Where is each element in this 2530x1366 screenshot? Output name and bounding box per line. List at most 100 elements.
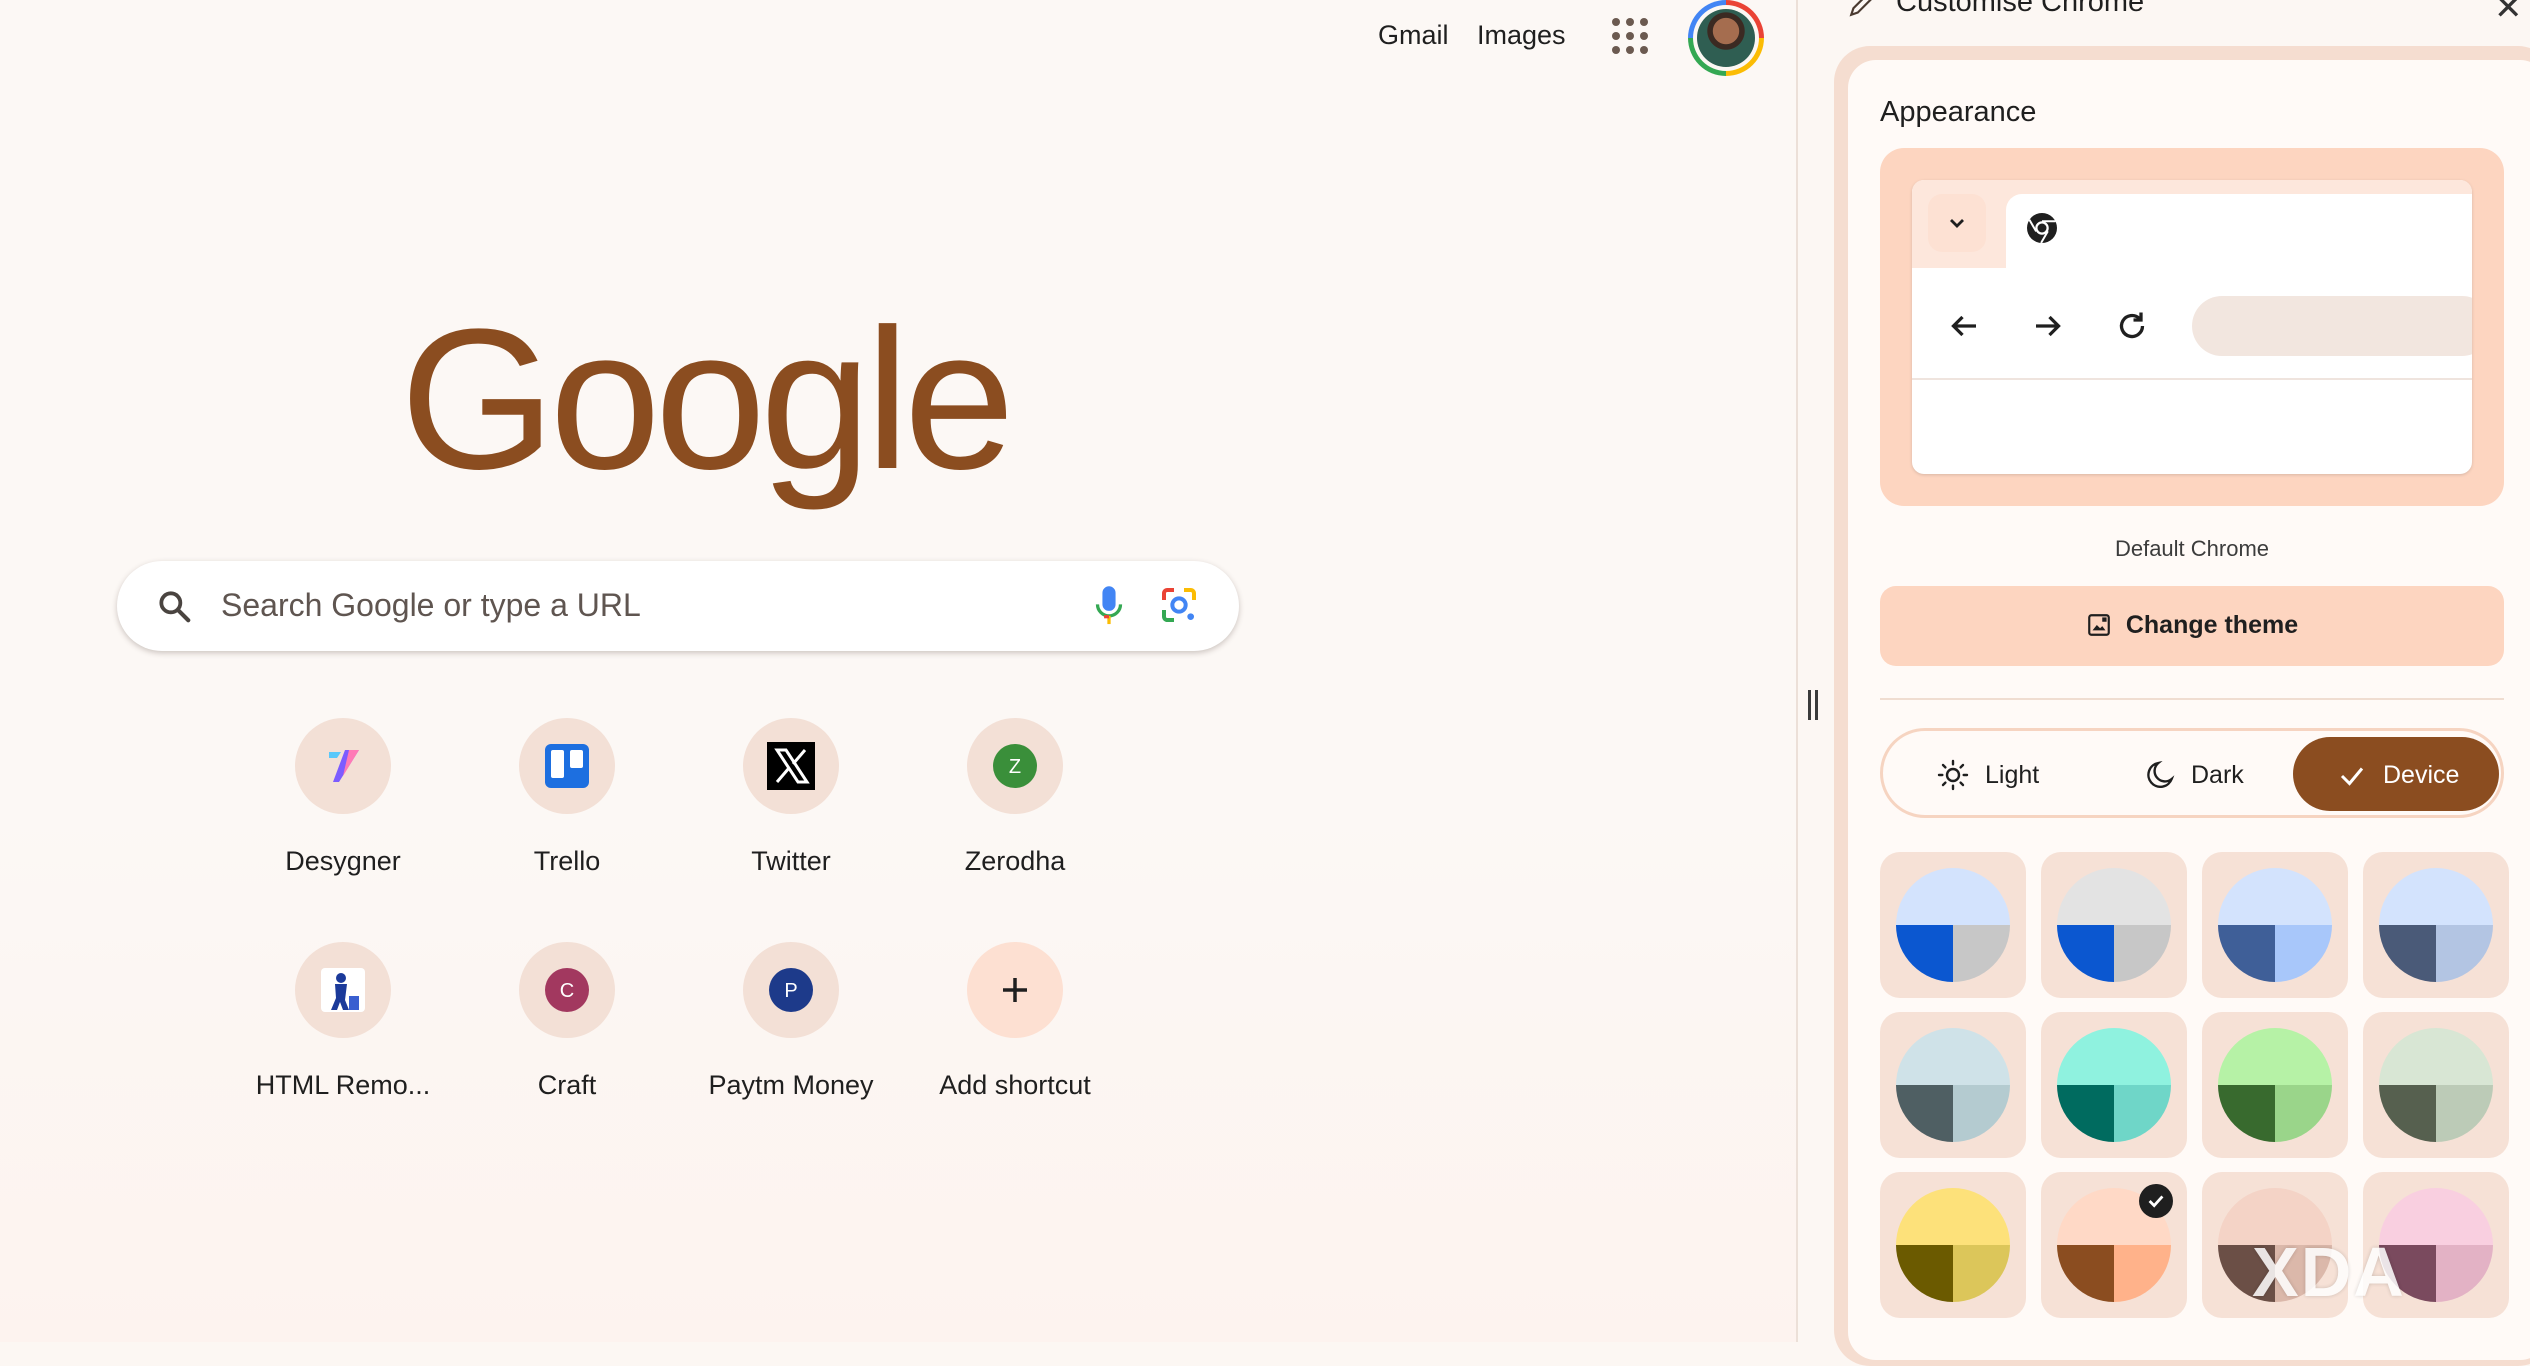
- swatch-segment: [1896, 1085, 1953, 1142]
- shortcut-label: Craft: [537, 1070, 597, 1100]
- color-swatch[interactable]: [2363, 852, 2509, 998]
- desygner-icon: [329, 750, 359, 782]
- voice-search-icon[interactable]: [1089, 583, 1129, 629]
- swatch-segment: [1953, 1085, 2010, 1142]
- swatch-segment: [2436, 1085, 2493, 1142]
- shortcut-desygner[interactable]: Desygner: [233, 718, 453, 898]
- change-theme-button[interactable]: Change theme: [1880, 586, 2504, 666]
- theme-preview-window: [1912, 180, 2472, 474]
- google-apps-icon[interactable]: [1612, 18, 1652, 58]
- swatch-circle: [1896, 1188, 2010, 1302]
- swatch-segment: [2218, 868, 2332, 925]
- shortcut-html-remover[interactable]: HTML Remo...: [233, 942, 453, 1122]
- selected-check-icon: [2139, 1184, 2173, 1218]
- profile-avatar[interactable]: [1688, 0, 1764, 76]
- swatch-segment: [2275, 1085, 2332, 1142]
- check-icon: [2340, 767, 2364, 786]
- shortcut-tile: [519, 718, 615, 814]
- preview-tab-search: [1928, 194, 1986, 252]
- swatch-segment: [1896, 1188, 2010, 1245]
- mode-device-button[interactable]: Device: [2293, 737, 2499, 811]
- craft-icon: C: [545, 968, 589, 1012]
- swatch-segment: [2057, 925, 2114, 982]
- swatch-circle: [2379, 1028, 2493, 1142]
- color-swatch[interactable]: [1880, 852, 2026, 998]
- add-shortcut-button[interactable]: Add shortcut: [905, 942, 1125, 1122]
- google-lens-icon[interactable]: [1159, 585, 1199, 625]
- swatch-circle: [2218, 1028, 2332, 1142]
- shortcut-twitter[interactable]: Twitter: [681, 718, 901, 898]
- shortcut-label: Desygner: [285, 846, 401, 876]
- swatch-segment: [1896, 1245, 1953, 1302]
- swatch-segment: [2379, 1085, 2436, 1142]
- swatch-segment: [2114, 925, 2171, 982]
- swatch-circle: [2057, 1028, 2171, 1142]
- color-swatch[interactable]: [1880, 1172, 2026, 1318]
- color-swatch[interactable]: [2041, 852, 2187, 998]
- chrome-logo-icon: [2027, 213, 2057, 244]
- chevron-down-icon: [1950, 219, 1964, 228]
- shortcut-tile: [967, 942, 1063, 1038]
- swatch-segment: [1896, 1028, 2010, 1085]
- mode-light-label: Light: [1985, 761, 2040, 789]
- shortcut-label: Paytm Money: [708, 1070, 874, 1100]
- shortcut-trello[interactable]: Trello: [457, 718, 677, 898]
- shortcut-label: Add shortcut: [939, 1070, 1091, 1100]
- color-swatch[interactable]: [2041, 1172, 2187, 1318]
- search-icon: [159, 591, 191, 623]
- gmail-link[interactable]: Gmail: [1378, 20, 1449, 51]
- swatch-circle: [2218, 868, 2332, 982]
- shortcut-tile: [295, 942, 391, 1038]
- shortcut-tile: Z: [967, 718, 1063, 814]
- preview-divider: [1912, 378, 2472, 380]
- svg-text:Z: Z: [1009, 756, 1021, 778]
- change-theme-label: Change theme: [2125, 610, 2299, 639]
- images-link[interactable]: Images: [1477, 20, 1566, 51]
- sun-icon: [1937, 759, 1969, 791]
- x-icon: [767, 742, 815, 790]
- swatch-segment: [2114, 1085, 2171, 1142]
- xda-watermark: XDA: [2252, 1233, 2406, 1311]
- section-title: Appearance: [1880, 96, 2037, 128]
- swatch-segment: [2436, 925, 2493, 982]
- image-edit-icon: [2088, 614, 2110, 636]
- shortcut-tile: C: [519, 942, 615, 1038]
- swatch-segment: [2379, 925, 2436, 982]
- color-swatch[interactable]: [1880, 1012, 2026, 1158]
- shortcut-label: Zerodha: [964, 846, 1066, 876]
- swatch-segment: [2114, 1245, 2171, 1302]
- swatch-segment: [2379, 868, 2493, 925]
- swatch-segment: [2057, 1245, 2114, 1302]
- mode-dark-button[interactable]: Dark: [2101, 737, 2297, 811]
- reload-icon: [2119, 312, 2145, 339]
- close-icon[interactable]: ✕: [2494, 0, 2523, 28]
- mode-light-button[interactable]: Light: [1899, 737, 2095, 811]
- shortcut-paytm-money[interactable]: P Paytm Money: [681, 942, 901, 1122]
- shortcut-craft[interactable]: C Craft: [457, 942, 677, 1122]
- search-box[interactable]: Search Google or type a URL: [117, 561, 1239, 651]
- color-swatch[interactable]: [2202, 1012, 2348, 1158]
- color-swatch[interactable]: [2202, 852, 2348, 998]
- paytm-money-icon: P: [769, 968, 813, 1012]
- color-swatch[interactable]: [2363, 1012, 2509, 1158]
- plus-icon: [1003, 978, 1027, 1002]
- google-logo: Google: [400, 288, 1015, 511]
- swatch-segment: [2057, 1085, 2114, 1142]
- mode-device-label: Device: [2383, 761, 2460, 789]
- panel-divider: [1796, 0, 1798, 1342]
- moon-icon: [2147, 761, 2175, 788]
- swatch-segment: [2057, 1028, 2171, 1085]
- pencil-icon: [1849, 0, 1872, 17]
- resize-handle-icon[interactable]: [1808, 690, 1820, 720]
- swatch-circle: [1896, 1028, 2010, 1142]
- color-swatch[interactable]: [2041, 1012, 2187, 1158]
- shortcut-zerodha[interactable]: Z Zerodha: [905, 718, 1125, 898]
- shortcut-label: Twitter: [751, 846, 831, 876]
- preview-omnibox: [2192, 296, 2472, 356]
- swatch-segment: [1896, 868, 2010, 925]
- swatch-segment: [2218, 1085, 2275, 1142]
- swatch-segment: [1953, 1245, 2010, 1302]
- section-divider: [1880, 698, 2504, 700]
- avatar-photo: [1697, 9, 1755, 67]
- search-input[interactable]: Search Google or type a URL: [221, 587, 641, 624]
